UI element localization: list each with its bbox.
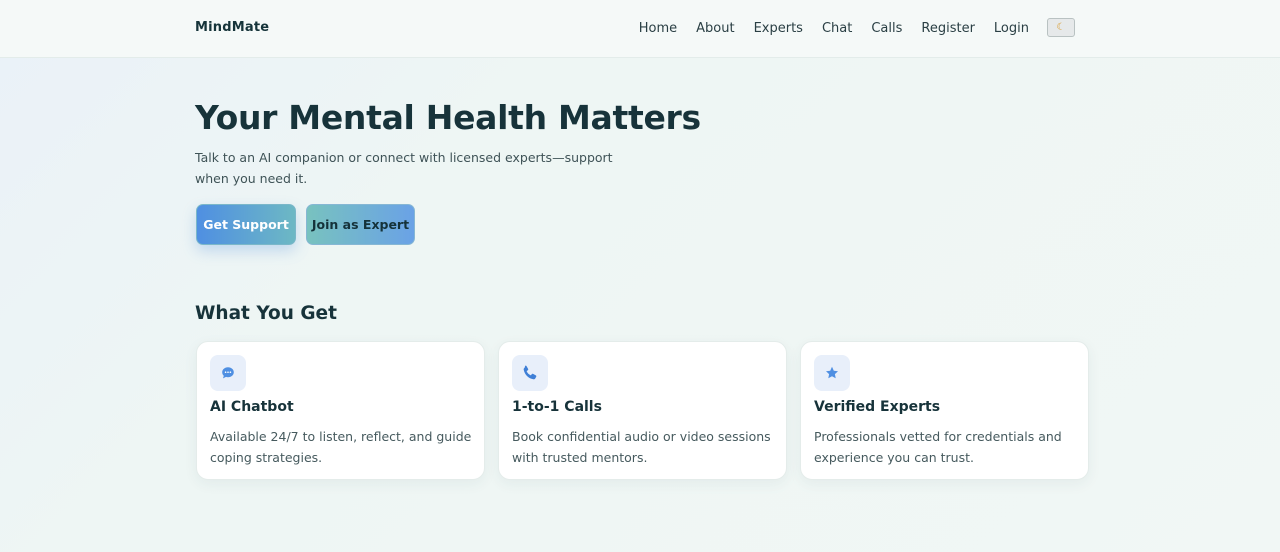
feature-card-description: Professionals vetted for credentials and… <box>814 429 1062 465</box>
nav-link-experts[interactable]: Experts <box>754 21 803 36</box>
nav-link-login[interactable]: Login <box>994 21 1029 36</box>
hero-subtitle: Talk to an AI companion or connect with … <box>195 150 613 186</box>
main-nav: Home About Experts Chat Calls Register L… <box>639 18 1075 37</box>
feature-card-ai-chatbot: AI Chatbot Available 24/7 to listen, ref… <box>196 341 485 480</box>
join-as-expert-button[interactable]: Join as Expert <box>306 204 415 245</box>
nav-link-register[interactable]: Register <box>921 21 975 36</box>
top-navbar: MindMate Home About Experts Chat Calls R… <box>0 0 1280 58</box>
feature-card-title: Verified Experts <box>814 399 941 415</box>
feature-card-description: Available 24/7 to listen, reflect, and g… <box>210 429 472 465</box>
moon-icon: ☾ <box>1056 21 1066 33</box>
phone-icon <box>512 355 548 391</box>
feature-card-description: Book confidential audio or video session… <box>512 429 771 465</box>
brand-logo[interactable]: MindMate <box>195 20 269 35</box>
chat-bubble-icon <box>210 355 246 391</box>
features-section-title: What You Get <box>195 303 337 324</box>
feature-card-title: AI Chatbot <box>210 399 294 415</box>
nav-link-calls[interactable]: Calls <box>871 21 902 36</box>
feature-card-calls: 1-to-1 Calls Book confidential audio or … <box>498 341 787 480</box>
theme-toggle-button[interactable]: ☾ <box>1047 18 1075 37</box>
nav-link-about[interactable]: About <box>696 21 734 36</box>
star-icon <box>814 355 850 391</box>
get-support-button[interactable]: Get Support <box>196 204 296 245</box>
feature-card-title: 1-to-1 Calls <box>512 399 602 415</box>
hero-title: Your Mental Health Matters <box>195 98 701 137</box>
feature-card-verified-experts: Verified Experts Professionals vetted fo… <box>800 341 1089 480</box>
nav-link-home[interactable]: Home <box>639 21 677 36</box>
nav-link-chat[interactable]: Chat <box>822 21 852 36</box>
